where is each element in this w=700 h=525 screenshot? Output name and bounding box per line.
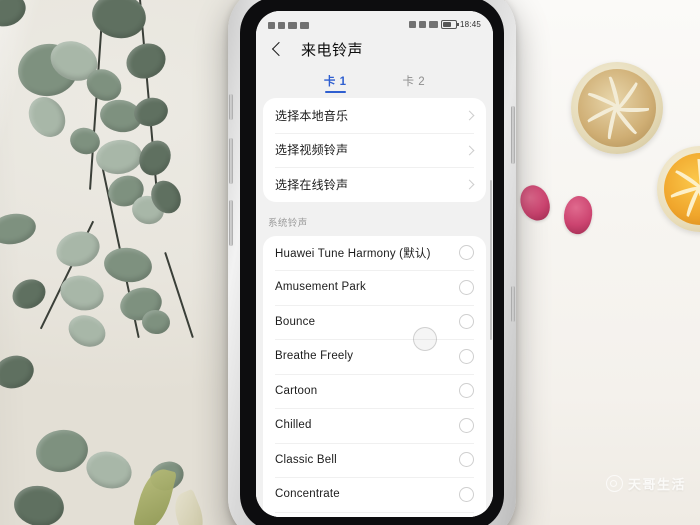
watermark-text: 天哥生活: [627, 477, 686, 492]
table-row[interactable]: Classic Bell: [263, 442, 486, 478]
radio-button[interactable]: [459, 452, 474, 468]
system-ringtone-card: Huawei Tune Harmony (默认) Amusement Park …: [263, 235, 486, 518]
ringtone-source-card: 选择本地音乐 选择视频铃声 选择在线铃声: [263, 98, 486, 202]
tab-sim-1[interactable]: 卡 1: [324, 73, 347, 93]
dried-citrus-slice: [571, 62, 663, 154]
list-item-video-ringtone[interactable]: 选择视频铃声: [263, 132, 486, 168]
radio-button[interactable]: [459, 245, 474, 261]
screenshot-scene: 18:45 来电铃声 卡 1 卡 2 选择本地音乐 选择视频铃声 选择在线铃声 …: [0, 0, 700, 525]
page-title: 来电铃声: [301, 41, 364, 59]
table-row[interactable]: Breathe Freely: [263, 339, 486, 374]
app-bar: 来电铃声: [256, 30, 493, 68]
list-item-label: 选择在线铃声: [275, 177, 349, 192]
chevron-right-icon: [464, 179, 474, 189]
signal-icon: [278, 22, 285, 29]
bluetooth-icon: [418, 21, 426, 28]
back-arrow-icon[interactable]: [269, 39, 289, 59]
chevron-right-icon: [464, 110, 474, 120]
radio-button[interactable]: [459, 279, 474, 295]
sim-tabs: 卡 1 卡 2: [256, 68, 493, 98]
hd-icon: [300, 22, 309, 29]
table-row[interactable]: Bounce: [263, 304, 486, 340]
phone-device: 18:45 来电铃声 卡 1 卡 2 选择本地音乐 选择视频铃声 选择在线铃声 …: [228, 0, 516, 525]
ringtone-name: Cartoon: [275, 384, 318, 397]
table-row[interactable]: Cartoon: [263, 373, 486, 409]
section-header-system-ringtones: 系统铃声: [268, 217, 308, 229]
ringtone-name: Chilled: [275, 419, 312, 432]
status-bar: 18:45: [256, 11, 493, 30]
table-row[interactable]: Concentrate: [263, 477, 486, 512]
ringtone-name: Breathe Freely: [275, 350, 354, 363]
ringtone-settings-screen: 18:45 来电铃声 卡 1 卡 2 选择本地音乐 选择视频铃声 选择在线铃声 …: [256, 11, 493, 517]
phone-button-volume-up[interactable]: [229, 138, 233, 184]
table-row[interactable]: Day lily: [263, 511, 486, 518]
radio-button[interactable]: [459, 486, 474, 502]
ringtone-name: Huawei Tune Harmony (默认): [275, 247, 431, 260]
chevron-right-icon: [464, 145, 474, 155]
watermark: 天哥生活: [605, 474, 686, 493]
phone-button-mute[interactable]: [229, 94, 233, 120]
radio-button[interactable]: [459, 417, 474, 433]
list-item-label: 选择视频铃声: [275, 143, 349, 158]
status-bar-clock: 18:45: [459, 20, 481, 29]
signal-icon: [268, 22, 275, 29]
radio-button[interactable]: [459, 348, 474, 364]
list-item-label: 选择本地音乐: [275, 108, 349, 123]
ringtone-scroll-area[interactable]: 选择本地音乐 选择视频铃声 选择在线铃声 系统铃声 Huawei Tune Ha…: [256, 98, 493, 517]
wifi-icon: [288, 22, 297, 29]
ringtone-name: Bounce: [275, 315, 316, 328]
list-item-online-ringtone[interactable]: 选择在线铃声: [263, 167, 486, 202]
alarm-icon: [408, 21, 416, 28]
status-bar-right: 18:45: [408, 20, 481, 29]
table-row[interactable]: Huawei Tune Harmony (默认): [263, 236, 486, 271]
table-row[interactable]: Amusement Park: [263, 270, 486, 305]
radio-button[interactable]: [459, 314, 474, 330]
vertical-scrollbar[interactable]: [489, 180, 492, 340]
phone-button-secondary[interactable]: [511, 286, 515, 322]
tab-sim-2[interactable]: 卡 2: [403, 73, 426, 93]
table-row[interactable]: Chilled: [263, 408, 486, 443]
at-sign-icon: [605, 475, 623, 492]
ringtone-name: Classic Bell: [275, 453, 337, 466]
phone-button-volume-down[interactable]: [229, 200, 233, 246]
ringtone-name: Concentrate: [275, 488, 340, 501]
phone-screen: 18:45 来电铃声 卡 1 卡 2 选择本地音乐 选择视频铃声 选择在线铃声 …: [256, 11, 493, 517]
phone-button-power[interactable]: [511, 106, 515, 164]
status-bar-left: [268, 22, 309, 29]
ringtone-name: Amusement Park: [275, 281, 366, 294]
battery-icon: [440, 20, 459, 29]
list-item-local-music[interactable]: 选择本地音乐: [263, 98, 486, 133]
dnd-icon: [428, 21, 438, 28]
radio-button[interactable]: [459, 383, 474, 399]
